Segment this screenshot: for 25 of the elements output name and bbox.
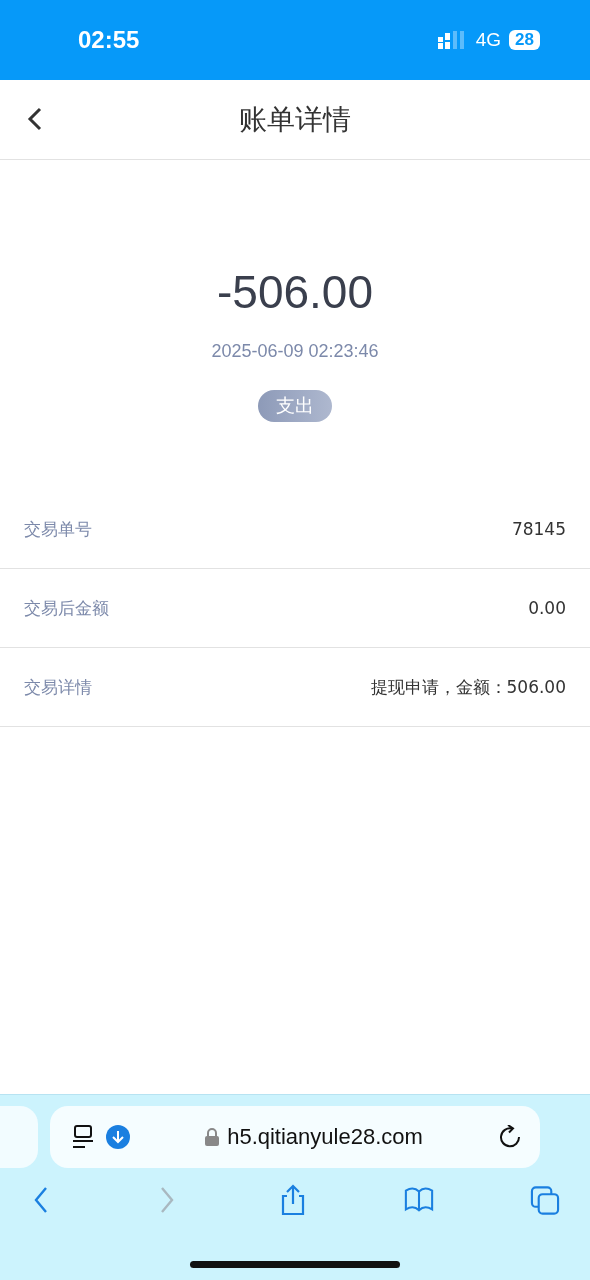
detail-value: 78145 [511, 519, 566, 539]
page-menu-icon[interactable] [72, 1125, 94, 1149]
detail-label: 交易详情 [24, 675, 92, 699]
detail-value: 提现申请，金额：506.00 [370, 675, 566, 699]
status-time: 02:55 [78, 26, 140, 54]
type-tag: 支出 [258, 390, 332, 422]
detail-value: 0.00 [528, 598, 566, 618]
chevron-right-icon [160, 1186, 174, 1214]
download-icon[interactable] [106, 1125, 130, 1149]
battery-indicator: 28 [509, 30, 540, 50]
url-text: h5.qitianyule28.com [227, 1124, 423, 1150]
detail-label: 交易单号 [24, 517, 92, 541]
network-label: 4G [475, 29, 502, 51]
lock-icon [205, 1128, 220, 1146]
share-icon [281, 1184, 305, 1216]
transaction-datetime: 2025-06-09 02:23:46 [211, 341, 379, 362]
book-icon [404, 1186, 434, 1214]
tabs-icon [530, 1184, 560, 1216]
reload-icon[interactable] [498, 1125, 522, 1149]
amount: -506.00 [217, 265, 373, 319]
address-bar[interactable]: h5.qitianyule28.com [50, 1106, 540, 1168]
chevron-left-icon [26, 106, 44, 132]
chevron-left-icon [34, 1186, 48, 1214]
page-title: 账单详情 [239, 101, 351, 138]
detail-label: 交易后金额 [24, 596, 109, 620]
